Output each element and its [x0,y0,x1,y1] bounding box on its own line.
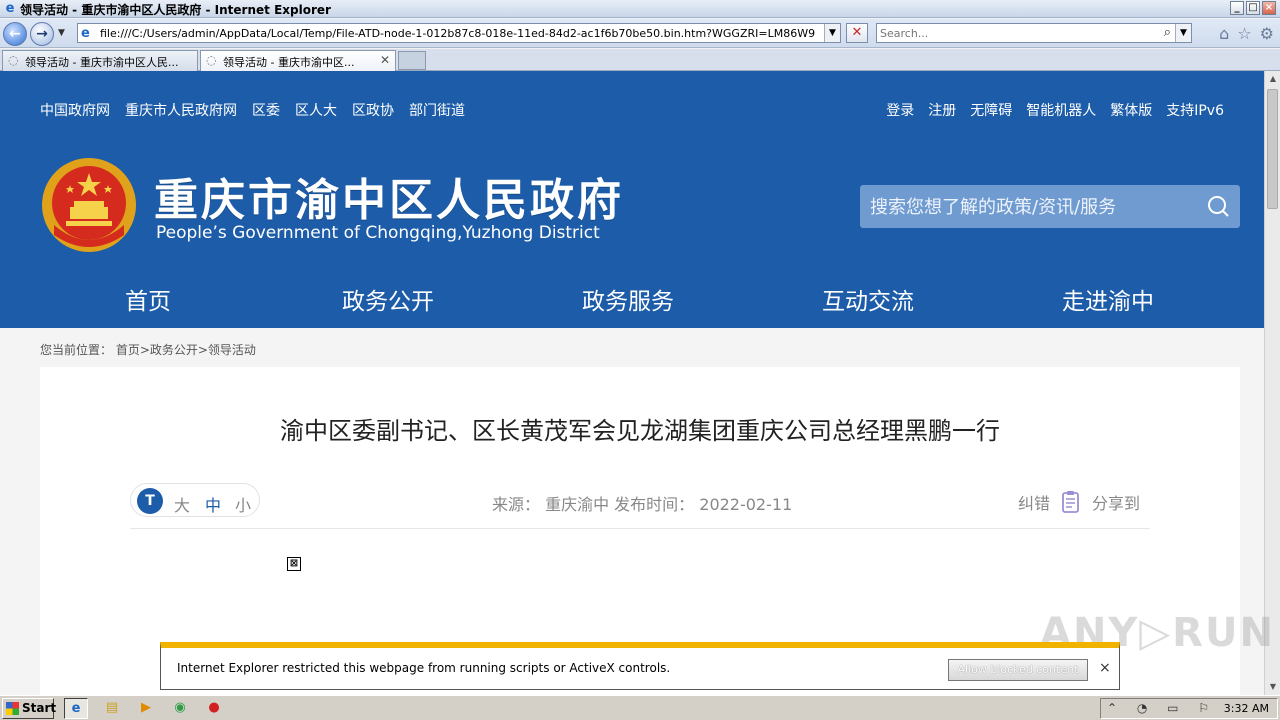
top-link-gov[interactable]: 中国政府网 [40,100,110,120]
close-window-button[interactable]: × [1262,1,1276,15]
clock: 3:32 AM [1223,702,1269,715]
taskbar-explorer-icon[interactable]: ▤ [100,698,124,719]
breadcrumb: 您当前位置： 首页>政务公开>领导活动 [40,343,256,357]
address-field[interactable]: e file:///C:/Users/admin/AppData/Local/T… [77,23,841,43]
nav-home[interactable]: 首页 [125,282,171,316]
window-titlebar: e 领导活动 - 重庆市渝中区人民政府 - Internet Explorer … [0,0,1280,18]
scroll-down-icon[interactable]: ▼ [1265,679,1280,695]
broken-image-icon: ⊠ [287,557,301,571]
vertical-scrollbar[interactable]: ▲ ▼ [1264,71,1280,695]
top-link-departments[interactable]: 部门街道 [409,100,465,120]
clipboard-edit-icon[interactable] [1058,489,1084,515]
browser-toolbar-icons: ⌂ ☆ ⚙ [1219,24,1274,43]
traditional-chinese-link[interactable]: 繁体版 [1110,100,1152,120]
taskbar-ie-icon[interactable]: e [64,698,88,719]
scroll-up-icon[interactable]: ▲ [1265,71,1280,87]
taskbar-alert-icon[interactable]: ● [202,698,226,719]
font-size-medium[interactable]: 中 [205,492,221,516]
new-tab-button[interactable] [398,51,426,70]
minimize-button[interactable]: _ [1230,1,1244,15]
site-name-english: People’s Government of Chongqing,Yuzhong… [156,223,600,243]
tray-icons[interactable]: ⌃ ◔ ▭ ⚐ [1107,701,1217,715]
search-icon[interactable] [1206,194,1230,218]
site-header: 中国政府网 重庆市人民政府网 区委 区人大 区政协 部门街道 登录 注册 无障碍… [0,71,1264,328]
ipv6-link[interactable]: 支持IPv6 [1166,100,1224,120]
tab-label: 领导活动 - 重庆市渝中区... [223,56,355,69]
scroll-thumb[interactable] [1267,89,1278,209]
history-dropdown-icon[interactable]: ▼ [58,28,65,38]
stop-button[interactable]: ✕ [846,23,868,43]
address-toolbar: ← → ▼ e file:///C:/Users/admin/AppData/L… [0,19,1280,48]
close-tab-icon[interactable]: ✕ [380,53,390,67]
infobar-message: Internet Explorer restricted this webpag… [177,661,671,675]
tab-1[interactable]: ◌ 领导活动 - 重庆市渝中区人民... [2,50,198,71]
security-infobar: Internet Explorer restricted this webpag… [160,642,1120,690]
address-url: file:///C:/Users/admin/AppData/Local/Tem… [100,27,816,40]
loading-icon: ◌ [8,53,19,67]
loading-icon: ◌ [206,53,217,67]
taskbar: Start e ▤ ▶ ◉ ● ⌃ ◔ ▭ ⚐ 3:32 AM [0,695,1280,720]
tab-bar: ◌ 领导活动 - 重庆市渝中区人民... ◌ 领导活动 - 重庆市渝中区... … [0,49,1280,71]
top-link-cq[interactable]: 重庆市人民政府网 [125,100,237,120]
nav-interaction[interactable]: 互动交流 [822,282,914,316]
allow-blocked-content-button[interactable]: Allow blocked content [948,659,1088,681]
main-nav: 首页 政务公开 政务服务 互动交流 走进渝中 [0,276,1264,328]
page-icon: e [81,26,90,41]
login-link[interactable]: 登录 [886,100,914,120]
accessibility-link[interactable]: 无障碍 [970,100,1012,120]
window-controls: _ □ × [1230,1,1276,15]
site-name: 重庆市渝中区人民政府 [154,175,624,226]
address-dropdown-icon[interactable]: ▼ [824,24,840,42]
taskbar-chrome-icon[interactable]: ◉ [168,698,192,719]
font-size-control: T 大 中 小 [130,483,260,517]
font-size-icon: T [137,488,163,514]
system-tray: ⌃ ◔ ▭ ⚐ 3:32 AM [1100,698,1278,719]
start-label: Start [22,701,57,715]
font-size-small[interactable]: 小 [235,492,251,516]
article-title: 渝中区委副书记、区长黄茂军会见龙湖集团重庆公司总经理黑鹏一行 [280,417,1000,445]
arrow-left-icon: ← [9,26,21,42]
favorites-star-icon[interactable]: ☆ [1237,24,1251,43]
ie-logo-icon: e [5,1,15,16]
tab-label: 领导活动 - 重庆市渝中区人民... [25,56,179,69]
share-link[interactable]: 分享到 [1092,490,1140,514]
back-button[interactable]: ← [3,22,27,46]
forward-button[interactable]: → [30,22,54,46]
font-size-large[interactable]: 大 [174,492,190,516]
top-link-renda[interactable]: 区人大 [295,100,337,120]
tab-2[interactable]: ◌ 领导活动 - 重庆市渝中区... ✕ [200,50,396,71]
arrow-right-icon: → [36,26,48,42]
article-meta: 来源： 重庆渝中 发布时间： 2022-02-11 [492,495,793,514]
user-links: 登录 注册 无障碍 智能机器人 繁体版 支持IPv6 [886,100,1224,120]
nav-gov-services[interactable]: 政务服务 [582,282,674,316]
top-links: 中国政府网 重庆市人民政府网 区委 区人大 区政协 部门街道 [40,100,465,120]
top-link-zhengxie[interactable]: 区政协 [352,100,394,120]
nav-gov-affairs[interactable]: 政务公开 [342,282,434,316]
close-icon: ✕ [851,25,863,40]
browser-search-input[interactable] [880,26,1150,40]
start-button[interactable]: Start [2,698,57,719]
robot-link[interactable]: 智能机器人 [1026,100,1096,120]
search-dropdown-icon[interactable]: ▼ [1175,24,1191,42]
page-viewport: 中国政府网 重庆市人民政府网 区委 区人大 区政协 部门街道 登录 注册 无障碍… [0,71,1264,695]
search-icon[interactable]: ⌕ [1164,25,1171,40]
article-toolbar: T 大 中 小 来源： 重庆渝中 发布时间： 2022-02-11 纠错 分享到 [130,483,1150,529]
national-emblem-icon [42,158,136,252]
browser-search-box[interactable]: ⌕ ▼ [876,23,1192,43]
home-icon[interactable]: ⌂ [1219,24,1229,43]
window-title: 领导活动 - 重庆市渝中区人民政府 - Internet Explorer [20,3,331,17]
windows-logo-icon [6,702,19,715]
article-actions: 纠错 分享到 [1018,489,1140,515]
taskbar-media-player-icon[interactable]: ▶ [134,698,158,719]
site-search-box[interactable] [860,185,1240,228]
correction-link[interactable]: 纠错 [1018,490,1050,514]
top-link-quwei[interactable]: 区委 [252,100,280,120]
close-infobar-icon[interactable]: × [1099,660,1111,676]
register-link[interactable]: 注册 [928,100,956,120]
gear-icon[interactable]: ⚙ [1260,24,1274,43]
nav-about-yuzhong[interactable]: 走进渝中 [1062,282,1154,316]
site-search-input[interactable] [870,195,1190,219]
maximize-button[interactable]: □ [1246,1,1260,15]
